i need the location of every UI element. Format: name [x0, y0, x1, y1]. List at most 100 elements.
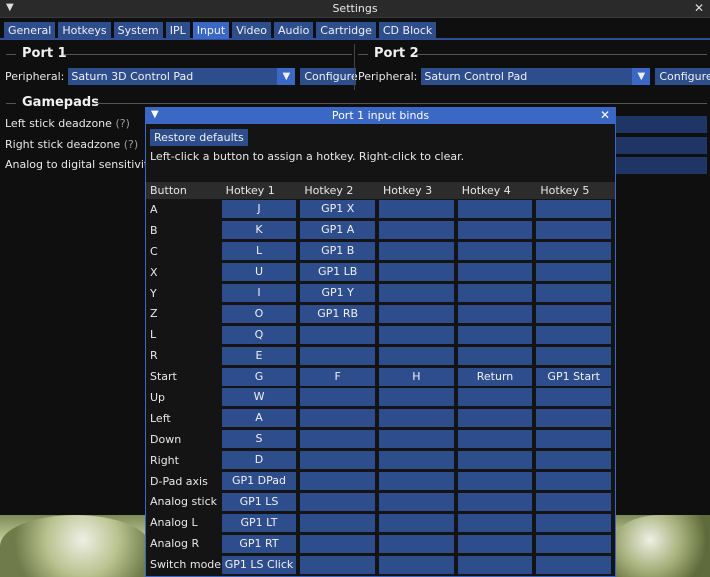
hotkey-2-bind-button[interactable] [300, 451, 376, 470]
hotkey-3-bind-button[interactable] [379, 346, 454, 365]
hotkey-1-bind-button[interactable]: E [221, 346, 297, 365]
hotkey-5-bind-button[interactable] [536, 221, 612, 240]
hotkey-1-bind-button[interactable]: U [221, 263, 297, 282]
hotkey-3-bind-button[interactable]: H [379, 367, 454, 386]
hotkey-4-bind-button[interactable]: Return [457, 367, 533, 386]
hotkey-5-bind-button[interactable] [536, 284, 612, 302]
hotkey-2-bind-button[interactable] [300, 472, 376, 491]
hotkey-4-bind-button[interactable] [457, 388, 533, 407]
hotkey-4-bind-button[interactable] [457, 242, 533, 261]
hotkey-2-bind-button[interactable] [300, 513, 376, 532]
hotkey-5-bind-button[interactable] [536, 304, 612, 323]
hotkey-2-bind-button[interactable] [300, 430, 376, 449]
hotkey-5-bind-button[interactable] [536, 263, 612, 282]
hotkey-3-bind-button[interactable] [379, 472, 454, 491]
hotkey-4-bind-button[interactable] [457, 221, 533, 240]
hotkey-1-bind-button[interactable]: O [221, 304, 297, 323]
tab-audio[interactable]: Audio [274, 22, 314, 39]
port1-configure-button[interactable]: Configure [300, 68, 358, 85]
hotkey-2-bind-button[interactable] [300, 325, 376, 344]
hotkey-5-bind-button[interactable] [536, 555, 612, 574]
hotkey-3-bind-button[interactable] [379, 388, 454, 407]
tab-cd-block[interactable]: CD Block [378, 22, 437, 39]
hotkey-5-bind-button[interactable]: GP1 Start [536, 367, 612, 386]
hotkey-4-bind-button[interactable] [457, 555, 533, 574]
port1-peripheral-select[interactable]: Saturn 3D Control Pad ▼ [68, 68, 296, 85]
hotkey-3-bind-button[interactable] [379, 284, 454, 302]
hotkey-5-bind-button[interactable] [536, 513, 612, 532]
hotkey-5-bind-button[interactable] [536, 242, 612, 261]
hotkey-3-bind-button[interactable] [379, 492, 454, 511]
hotkey-3-bind-button[interactable] [379, 555, 454, 574]
hotkey-3-bind-button[interactable] [379, 304, 454, 323]
close-icon[interactable]: ✕ [600, 108, 610, 122]
hotkey-2-bind-button[interactable] [300, 346, 376, 365]
hotkey-4-bind-button[interactable] [457, 472, 533, 491]
hotkey-1-bind-button[interactable]: GP1 LS Click [221, 555, 297, 574]
hotkey-1-bind-button[interactable]: GP1 LT [221, 513, 297, 532]
hotkey-4-bind-button[interactable] [457, 534, 533, 553]
hotkey-4-bind-button[interactable] [457, 325, 533, 344]
hotkey-2-bind-button[interactable] [300, 555, 376, 574]
hotkey-2-bind-button[interactable] [300, 409, 376, 428]
hotkey-2-bind-button[interactable]: GP1 RB [300, 304, 376, 323]
hotkey-2-bind-button[interactable]: GP1 Y [300, 284, 376, 302]
hotkey-2-bind-button[interactable]: GP1 LB [300, 263, 376, 282]
hotkey-4-bind-button[interactable] [457, 409, 533, 428]
hotkey-3-bind-button[interactable] [379, 534, 454, 553]
hotkey-4-bind-button[interactable] [457, 304, 533, 323]
hotkey-1-bind-button[interactable]: A [221, 409, 297, 428]
hotkey-2-bind-button[interactable]: GP1 B [300, 242, 376, 261]
help-icon[interactable]: (?) [115, 117, 129, 130]
collapse-icon[interactable]: ▼ [151, 109, 159, 120]
restore-defaults-button[interactable]: Restore defaults [150, 129, 248, 146]
tab-general[interactable]: General [4, 22, 56, 39]
help-icon[interactable]: (?) [124, 138, 138, 151]
hotkey-3-bind-button[interactable] [379, 242, 454, 261]
hotkey-2-bind-button[interactable]: F [300, 367, 376, 386]
hotkey-5-bind-button[interactable] [536, 325, 612, 344]
hotkey-1-bind-button[interactable]: D [221, 451, 297, 470]
hotkey-3-bind-button[interactable] [379, 325, 454, 344]
hotkey-3-bind-button[interactable] [379, 430, 454, 449]
hotkey-1-bind-button[interactable]: K [221, 221, 297, 240]
hotkey-1-bind-button[interactable]: Q [221, 325, 297, 344]
hotkey-1-bind-button[interactable]: S [221, 430, 297, 449]
hotkey-5-bind-button[interactable] [536, 409, 612, 428]
tab-cartridge[interactable]: Cartridge [316, 22, 376, 39]
dropdown-arrow-icon[interactable]: ▼ [277, 68, 296, 85]
hotkey-1-bind-button[interactable]: I [221, 284, 297, 302]
port2-configure-button[interactable]: Configure [655, 68, 710, 85]
left-deadzone-slider[interactable] [615, 116, 707, 133]
tab-system[interactable]: System [113, 22, 163, 39]
hotkey-1-bind-button[interactable]: W [221, 388, 297, 407]
analog-sensitivity-slider[interactable] [615, 157, 707, 174]
hotkey-2-bind-button[interactable] [300, 492, 376, 511]
hotkey-1-bind-button[interactable]: GP1 RT [221, 534, 297, 553]
hotkey-4-bind-button[interactable] [457, 200, 533, 219]
hotkey-3-bind-button[interactable] [379, 451, 454, 470]
hotkey-3-bind-button[interactable] [379, 263, 454, 282]
hotkey-3-bind-button[interactable] [379, 409, 454, 428]
hotkey-1-bind-button[interactable]: L [221, 242, 297, 261]
hotkey-5-bind-button[interactable] [536, 388, 612, 407]
right-deadzone-slider[interactable] [615, 137, 707, 154]
tab-video[interactable]: Video [232, 22, 272, 39]
hotkey-4-bind-button[interactable] [457, 430, 533, 449]
hotkey-1-bind-button[interactable]: J [221, 200, 297, 219]
hotkey-4-bind-button[interactable] [457, 284, 533, 302]
hotkey-3-bind-button[interactable] [379, 200, 454, 219]
hotkey-1-bind-button[interactable]: GP1 DPad [221, 472, 297, 491]
hotkey-1-bind-button[interactable]: G [221, 367, 297, 386]
hotkey-1-bind-button[interactable]: GP1 LS [221, 492, 297, 511]
hotkey-5-bind-button[interactable] [536, 534, 612, 553]
hotkey-5-bind-button[interactable] [536, 430, 612, 449]
collapse-icon[interactable]: ▼ [6, 2, 14, 13]
hotkey-4-bind-button[interactable] [457, 346, 533, 365]
tab-hotkeys[interactable]: Hotkeys [58, 22, 111, 39]
hotkey-5-bind-button[interactable] [536, 451, 612, 470]
hotkey-5-bind-button[interactable] [536, 492, 612, 511]
hotkey-5-bind-button[interactable] [536, 346, 612, 365]
hotkey-4-bind-button[interactable] [457, 451, 533, 470]
hotkey-2-bind-button[interactable]: GP1 X [300, 200, 376, 219]
